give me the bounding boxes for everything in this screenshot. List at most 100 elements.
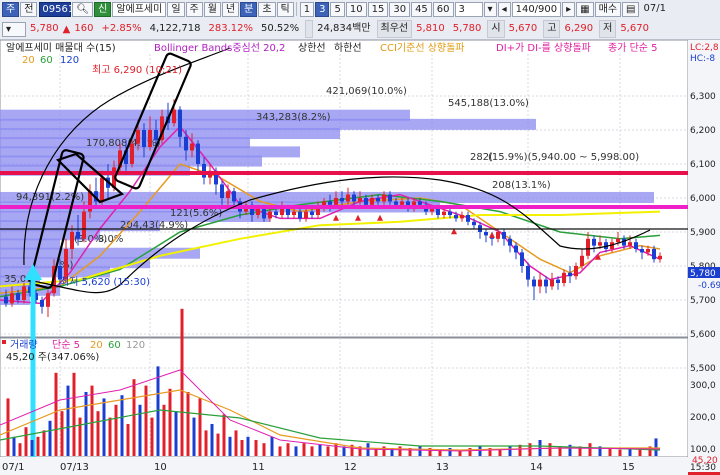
- price-dropdown[interactable]: ▾: [2, 21, 26, 37]
- volume-bar: [60, 411, 64, 456]
- volume-legend-marker: [2, 340, 6, 344]
- chart-area[interactable]: 421,069(10.0%) 545,188(13.0%) 343,283(8.…: [0, 39, 720, 475]
- period-day[interactable]: 일: [167, 1, 185, 17]
- interval-5[interactable]: 5: [330, 1, 345, 17]
- candle-down: [340, 198, 344, 202]
- interval-30[interactable]: 30: [389, 1, 411, 17]
- candle-down: [640, 249, 644, 253]
- new-tag-badge: 신: [94, 1, 112, 17]
- candle-up: [22, 286, 26, 300]
- stock-chart[interactable]: 421,069(10.0%) 545,188(13.0%) 343,283(8.…: [0, 39, 720, 475]
- period-week[interactable]: 주: [185, 1, 203, 17]
- right-axis-bg: [688, 40, 720, 475]
- candle-down: [556, 279, 560, 283]
- interval-1[interactable]: 1: [299, 1, 315, 17]
- candle-down: [466, 215, 470, 222]
- volume-bar: [246, 436, 250, 456]
- interval-3[interactable]: 3: [315, 1, 330, 17]
- band-label: 282(: [470, 152, 493, 163]
- volume-bar: [310, 446, 314, 456]
- candle-down: [262, 208, 266, 219]
- candle-down: [232, 191, 236, 202]
- search-icon[interactable]: 🔍︎: [72, 1, 94, 17]
- volume-bar: [270, 436, 274, 456]
- candle-up: [46, 293, 50, 307]
- volume-bar: [156, 366, 160, 456]
- volume-bar: [382, 446, 386, 456]
- priority-ask-label: 최우선: [376, 20, 413, 38]
- axis-tick: 5,900: [690, 228, 716, 238]
- candle-down: [76, 232, 80, 239]
- candle-up: [172, 109, 176, 124]
- chevron-left-icon[interactable]: ◂: [497, 1, 511, 17]
- candle-down: [178, 109, 182, 137]
- band-label: (15.9%)(5,940.00 ~ 5,998.00): [488, 152, 639, 163]
- candle-up: [316, 208, 320, 215]
- count-input[interactable]: 3: [454, 1, 483, 17]
- volume-bar: [222, 414, 226, 456]
- volume-label-ma5: 단순 5: [52, 339, 80, 351]
- candle-down: [184, 136, 188, 151]
- band-label: 545,188(13.0%): [448, 98, 529, 109]
- x-label: 07/1: [2, 462, 24, 473]
- x-label: 14: [530, 462, 543, 473]
- period-minute[interactable]: 분: [240, 1, 258, 17]
- volume-ratio: 283.12%: [208, 23, 254, 34]
- candle-up: [550, 279, 554, 287]
- candle-up: [400, 201, 404, 205]
- candle-down: [508, 238, 512, 246]
- candle-up: [100, 177, 104, 202]
- volume-bar: [228, 436, 232, 456]
- low-label: 저: [599, 20, 617, 38]
- volume-bar: [180, 308, 184, 456]
- interval-45[interactable]: 45: [411, 1, 432, 17]
- candle-down: [454, 215, 458, 219]
- period-month[interactable]: 월: [203, 1, 221, 17]
- legend-dmi: DI+가 DI-를 상향돌파: [496, 42, 591, 54]
- volume-bar: [548, 443, 552, 456]
- axis-tick: 6,000: [690, 194, 716, 204]
- candle-down: [274, 211, 278, 215]
- volume-bar: [398, 446, 402, 456]
- period-tick[interactable]: 틱: [276, 1, 294, 17]
- interval-10[interactable]: 10: [345, 1, 367, 17]
- interval-60[interactable]: 60: [432, 1, 454, 17]
- chevron-right-icon[interactable]: ▸: [562, 1, 576, 17]
- candle-up: [82, 211, 86, 239]
- settings-icon[interactable]: ▦: [576, 1, 594, 17]
- candle-up: [598, 242, 602, 246]
- zoom-value[interactable]: 140/900: [511, 1, 562, 17]
- volume-bar: [618, 449, 622, 456]
- volume-bar: [528, 443, 532, 456]
- volume-bar: [168, 388, 172, 456]
- period-year[interactable]: 년: [221, 1, 240, 17]
- toolbar-row-2: ▾ 5,780 ▲ 160 +2.85% 4,122,718 283.12% 5…: [0, 19, 720, 39]
- interval-15[interactable]: 15: [367, 1, 389, 17]
- candle-up: [136, 130, 140, 144]
- period-second[interactable]: 초: [258, 1, 276, 17]
- volume-bar: [78, 417, 82, 456]
- legend-ma20: 20: [22, 55, 35, 66]
- stock-code-input[interactable]: 095610: [39, 1, 81, 17]
- axis-tick: 5,700: [690, 296, 716, 306]
- volume-value: 45,20 주(347.06%): [6, 352, 99, 363]
- volume-bar: [254, 440, 258, 456]
- volume-bar: [42, 430, 46, 456]
- field-jeon[interactable]: 전: [20, 1, 38, 17]
- volume-bar: [234, 430, 238, 456]
- candle-up: [280, 208, 284, 215]
- volume-bar: [96, 411, 100, 456]
- calendar-icon[interactable]: ▤: [622, 1, 640, 17]
- volume-bar: [418, 446, 422, 456]
- buy-button[interactable]: 매수: [594, 1, 622, 17]
- candle-up: [538, 279, 542, 287]
- chevron-down-icon[interactable]: ▾: [483, 1, 497, 17]
- stock-name[interactable]: 알에프세미: [112, 1, 167, 17]
- tab-current[interactable]: 주: [2, 1, 20, 17]
- ask-price: 5,810: [416, 23, 445, 34]
- vol-tag-text: 45,20: [692, 456, 718, 466]
- candle-down: [532, 279, 536, 287]
- volume-bar: [342, 446, 346, 456]
- candle-up: [130, 143, 134, 164]
- open-price: 5,670: [508, 23, 538, 34]
